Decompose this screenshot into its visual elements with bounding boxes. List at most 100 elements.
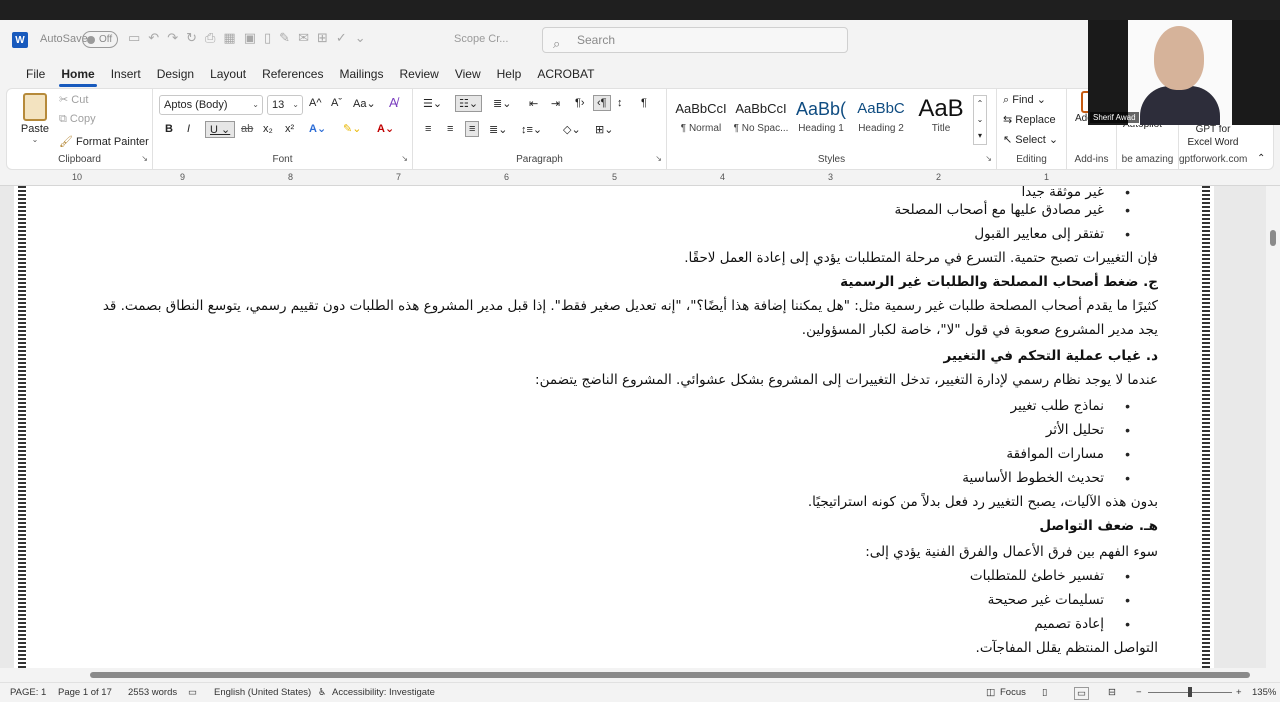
justify-icon[interactable]: ≣⌄ bbox=[489, 123, 507, 136]
tab-acrobat[interactable]: ACROBAT bbox=[529, 61, 602, 87]
cut-button[interactable]: ✂ Cut bbox=[59, 93, 88, 106]
zoom-level[interactable]: 135% bbox=[1252, 687, 1276, 698]
read-mode-icon[interactable]: ▯ bbox=[1042, 687, 1047, 698]
find-button[interactable]: ⌕ Find ⌄ bbox=[1003, 93, 1046, 107]
shading-icon[interactable]: ◇⌄ bbox=[563, 123, 581, 136]
line-spacing-icon[interactable]: ↕≡⌄ bbox=[521, 123, 542, 136]
zoom-in-icon[interactable]: + bbox=[1236, 687, 1242, 698]
paragraph-launcher-icon[interactable]: ↘ bbox=[655, 154, 662, 163]
tab-help[interactable]: Help bbox=[489, 61, 530, 87]
borders-icon[interactable]: ⊞⌄ bbox=[595, 123, 613, 136]
tab-review[interactable]: Review bbox=[391, 61, 446, 87]
collapse-ribbon-icon[interactable]: ⌃ bbox=[1257, 153, 1265, 164]
customize-icon[interactable]: ⌄ bbox=[355, 30, 366, 46]
horizontal-ruler[interactable]: 10 9 8 7 6 5 4 3 2 1 bbox=[0, 170, 1280, 186]
grid-icon[interactable]: ⊞ bbox=[317, 30, 328, 46]
change-case-icon[interactable]: Aa⌄ bbox=[353, 97, 376, 110]
accessibility-icon[interactable]: ♿ bbox=[318, 687, 327, 698]
clipboard-launcher-icon[interactable]: ↘ bbox=[141, 154, 148, 163]
shrink-font-icon[interactable]: Aˇ bbox=[331, 97, 342, 109]
subscript-icon[interactable]: x₂ bbox=[263, 123, 273, 135]
multilevel-list-icon[interactable]: ≣⌄ bbox=[493, 97, 511, 110]
paste-dropdown-icon[interactable]: ⌄ bbox=[17, 135, 53, 144]
word-count[interactable]: 2553 words bbox=[128, 687, 177, 698]
underline-icon[interactable]: U ⌄ bbox=[205, 121, 236, 138]
chevron-up-icon[interactable]: ⌃ bbox=[974, 96, 986, 112]
decrease-indent-icon[interactable]: ⇤ bbox=[529, 97, 538, 110]
superscript-icon[interactable]: x² bbox=[285, 123, 294, 135]
font-launcher-icon[interactable]: ↘ bbox=[401, 154, 408, 163]
replace-button[interactable]: ⇆ Replace bbox=[1003, 113, 1056, 126]
font-color-icon[interactable]: A⌄ bbox=[377, 122, 394, 135]
style-no-spacing[interactable]: AaBbCcI ¶ No Spac... bbox=[731, 95, 791, 145]
accessibility-status[interactable]: Accessibility: Investigate bbox=[332, 687, 435, 698]
highlight-icon[interactable]: ✎⌄ bbox=[343, 122, 361, 135]
language-status[interactable]: English (United States) bbox=[214, 687, 311, 698]
tab-mailings[interactable]: Mailings bbox=[331, 61, 391, 87]
web-layout-icon[interactable]: ⊟ bbox=[1108, 687, 1116, 698]
strikethrough-icon[interactable]: ab bbox=[241, 123, 253, 135]
more-icon[interactable]: ▾ bbox=[974, 128, 986, 144]
undo-icon[interactable]: ↶ bbox=[148, 30, 159, 46]
bold-icon[interactable]: B bbox=[165, 123, 173, 135]
align-left-icon[interactable]: ≡ bbox=[425, 123, 431, 135]
style-normal[interactable]: AaBbCcI ¶ Normal bbox=[671, 95, 731, 145]
focus-button[interactable]: Focus bbox=[1000, 687, 1026, 698]
tab-insert[interactable]: Insert bbox=[103, 61, 149, 87]
vertical-scroll-thumb[interactable] bbox=[1270, 230, 1276, 246]
sort-icon[interactable]: ↕ bbox=[617, 97, 623, 109]
rtl-icon[interactable]: ‹¶ bbox=[593, 95, 611, 111]
tab-file[interactable]: File bbox=[18, 61, 53, 87]
grow-font-icon[interactable]: A^ bbox=[309, 97, 322, 109]
zoom-slider-thumb[interactable] bbox=[1188, 687, 1192, 697]
chevron-down-icon[interactable]: ⌄ bbox=[974, 112, 986, 128]
tab-view[interactable]: View bbox=[447, 61, 489, 87]
focus-icon[interactable]: ◫ bbox=[986, 687, 995, 698]
style-heading-2[interactable]: AaBbC Heading 2 bbox=[851, 95, 911, 145]
print-layout-icon[interactable]: ▭ bbox=[1074, 687, 1089, 700]
image-icon[interactable]: ▣ bbox=[244, 30, 256, 46]
styles-launcher-icon[interactable]: ↘ bbox=[985, 154, 992, 163]
show-marks-icon[interactable]: ¶ bbox=[641, 97, 647, 109]
horizontal-scrollbar[interactable] bbox=[0, 668, 1280, 682]
format-painter-button[interactable]: 🖌 Format Painter bbox=[59, 135, 149, 148]
tab-references[interactable]: References bbox=[254, 61, 331, 87]
pen-icon[interactable]: ✎ bbox=[279, 30, 290, 46]
italic-icon[interactable]: I bbox=[187, 123, 190, 135]
numbering-icon[interactable]: ☷⌄ bbox=[455, 95, 483, 112]
tab-home[interactable]: Home bbox=[53, 61, 102, 87]
style-heading-1[interactable]: AaBb(Heading 1 bbox=[791, 95, 851, 145]
select-button[interactable]: ↖ Select ⌄ bbox=[1003, 133, 1058, 146]
ltr-icon[interactable]: ¶› bbox=[575, 97, 585, 109]
page-count[interactable]: Page 1 of 17 bbox=[58, 687, 112, 698]
horizontal-scroll-thumb[interactable] bbox=[90, 672, 1250, 678]
mail-icon[interactable]: ✉ bbox=[298, 30, 309, 46]
table-icon[interactable]: ▦ bbox=[223, 30, 235, 46]
styles-scroll[interactable]: ⌃ ⌄ ▾ bbox=[973, 95, 987, 145]
tab-layout[interactable]: Layout bbox=[202, 61, 254, 87]
spell-icon[interactable]: ✓ bbox=[336, 30, 347, 46]
file-icon[interactable]: ▯ bbox=[264, 30, 271, 46]
tab-design[interactable]: Design bbox=[149, 61, 202, 87]
proofing-icon[interactable]: ▭ bbox=[188, 687, 197, 698]
clear-formatting-icon[interactable]: A̸ bbox=[389, 95, 398, 110]
style-title[interactable]: AaB Title bbox=[911, 95, 971, 145]
font-size-select[interactable]: 13 ⌄ bbox=[267, 95, 303, 115]
bullets-icon[interactable]: ☰⌄ bbox=[423, 97, 442, 110]
search-input[interactable]: ⌕ Search bbox=[542, 27, 848, 53]
print-icon[interactable]: ⎙ bbox=[205, 30, 215, 46]
refresh-icon[interactable]: ↻ bbox=[186, 30, 197, 46]
paste-button[interactable]: Paste ⌄ bbox=[17, 93, 53, 144]
vertical-scrollbar[interactable] bbox=[1266, 186, 1280, 670]
page-indicator[interactable]: PAGE: 1 bbox=[10, 687, 46, 698]
save-icon[interactable]: ▭ bbox=[128, 30, 140, 46]
copy-button[interactable]: ⧉ Copy bbox=[59, 113, 96, 126]
font-name-select[interactable]: Aptos (Body) ⌄ bbox=[159, 95, 263, 115]
text-effects-icon[interactable]: A⌄ bbox=[309, 122, 326, 135]
align-right-icon[interactable]: ≡ bbox=[465, 121, 480, 137]
align-center-icon[interactable]: ≡ bbox=[447, 123, 453, 135]
increase-indent-icon[interactable]: ⇥ bbox=[551, 97, 560, 110]
gpt-for-word-button[interactable]: GPT for Excel Word bbox=[1179, 123, 1247, 149]
autosave-toggle[interactable]: Off bbox=[82, 31, 118, 48]
document-title[interactable]: Scope Cr... bbox=[454, 33, 508, 45]
